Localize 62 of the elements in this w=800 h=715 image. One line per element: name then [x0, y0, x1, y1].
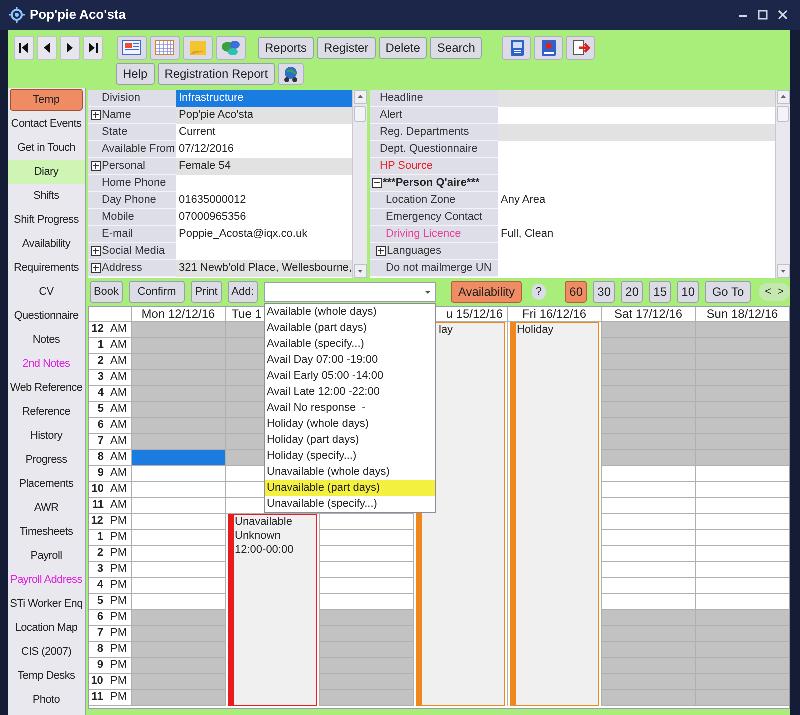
- event-text: Unknown: [235, 529, 281, 543]
- window-title: Pop'pie Aco'sta: [30, 6, 126, 24]
- time-label: 12 AM: [89, 322, 131, 338]
- time-label: 6 AM: [89, 418, 131, 434]
- day-header: Mon 12/12/16: [142, 306, 216, 323]
- time-label: 3 AM: [89, 370, 131, 386]
- field-label: Personal: [102, 158, 146, 174]
- time-label: 1 AM: [89, 338, 131, 354]
- field-label: Social Media: [102, 244, 165, 259]
- time-label: 7 AM: [89, 434, 131, 450]
- day-header: Tue 1: [232, 306, 262, 323]
- time-label: 5 AM: [89, 402, 131, 418]
- time-label: 10 AM: [89, 482, 131, 498]
- field-label: Home Phone: [102, 176, 166, 191]
- field-label: State: [102, 124, 128, 140]
- time-label: 3 PM: [89, 562, 131, 578]
- event-text: Unavailable: [235, 515, 292, 529]
- day-header: Fri 16/12/16: [522, 306, 587, 323]
- field-label: Reg. Departments: [380, 124, 470, 140]
- event-text: 12:00-00:00: [235, 543, 294, 557]
- field-label: Mobile: [102, 210, 134, 225]
- field-label: Emergency Contact: [386, 210, 483, 225]
- section-heading: ***Person Q'aire***: [383, 176, 480, 191]
- time-label: 10 PM: [89, 674, 131, 690]
- field-label: Address: [102, 260, 142, 276]
- field-value: Infrastructure: [176, 90, 352, 107]
- field-label: Alert: [380, 108, 403, 123]
- field-label: HP Source: [380, 158, 433, 174]
- time-label: 12 PM: [89, 514, 131, 530]
- time-label: 1 PM: [89, 530, 131, 546]
- field-value: Pop'pie Aco'sta: [176, 107, 352, 124]
- day-header: u 15/12/16: [446, 306, 503, 323]
- time-label: 11 AM: [89, 498, 131, 514]
- time-label: 2 PM: [89, 546, 131, 562]
- time-label: 11 PM: [89, 690, 131, 706]
- time-label: 9 PM: [89, 658, 131, 674]
- field-value: 321 Newb'old Place, Wellesbourne,: [176, 260, 352, 277]
- time-label: 5 PM: [89, 594, 131, 610]
- field-label: Name: [102, 108, 132, 123]
- field-label: Driving Licence: [386, 226, 462, 242]
- field-label: Location Zone: [386, 192, 456, 208]
- field-label: Day Phone: [102, 192, 156, 208]
- time-label: 8 AM: [89, 450, 131, 466]
- field-label: Do not mailmerge UN: [386, 260, 492, 276]
- time-label: 4 PM: [89, 578, 131, 594]
- time-label: 2 AM: [89, 354, 131, 370]
- field-label: Available From: [102, 142, 176, 157]
- field-label: E-mail: [102, 226, 134, 242]
- time-label: 9 AM: [89, 466, 131, 482]
- field-label: Headline: [380, 90, 424, 106]
- event-text: Holiday: [517, 323, 554, 337]
- day-header: Sun 18/12/16: [706, 306, 778, 323]
- time-label: 6 PM: [89, 610, 131, 626]
- time-label: 7 PM: [89, 626, 131, 642]
- field-label: Dept. Questionnaire: [380, 142, 478, 157]
- field-label: Languages: [387, 244, 442, 259]
- time-label: 4 AM: [89, 386, 131, 402]
- field-label: Division: [102, 90, 141, 106]
- event-text: lay: [439, 323, 454, 337]
- day-header: Sat 17/12/16: [614, 306, 683, 323]
- field-value: Female 54: [176, 158, 352, 175]
- time-label: 8 PM: [89, 642, 131, 658]
